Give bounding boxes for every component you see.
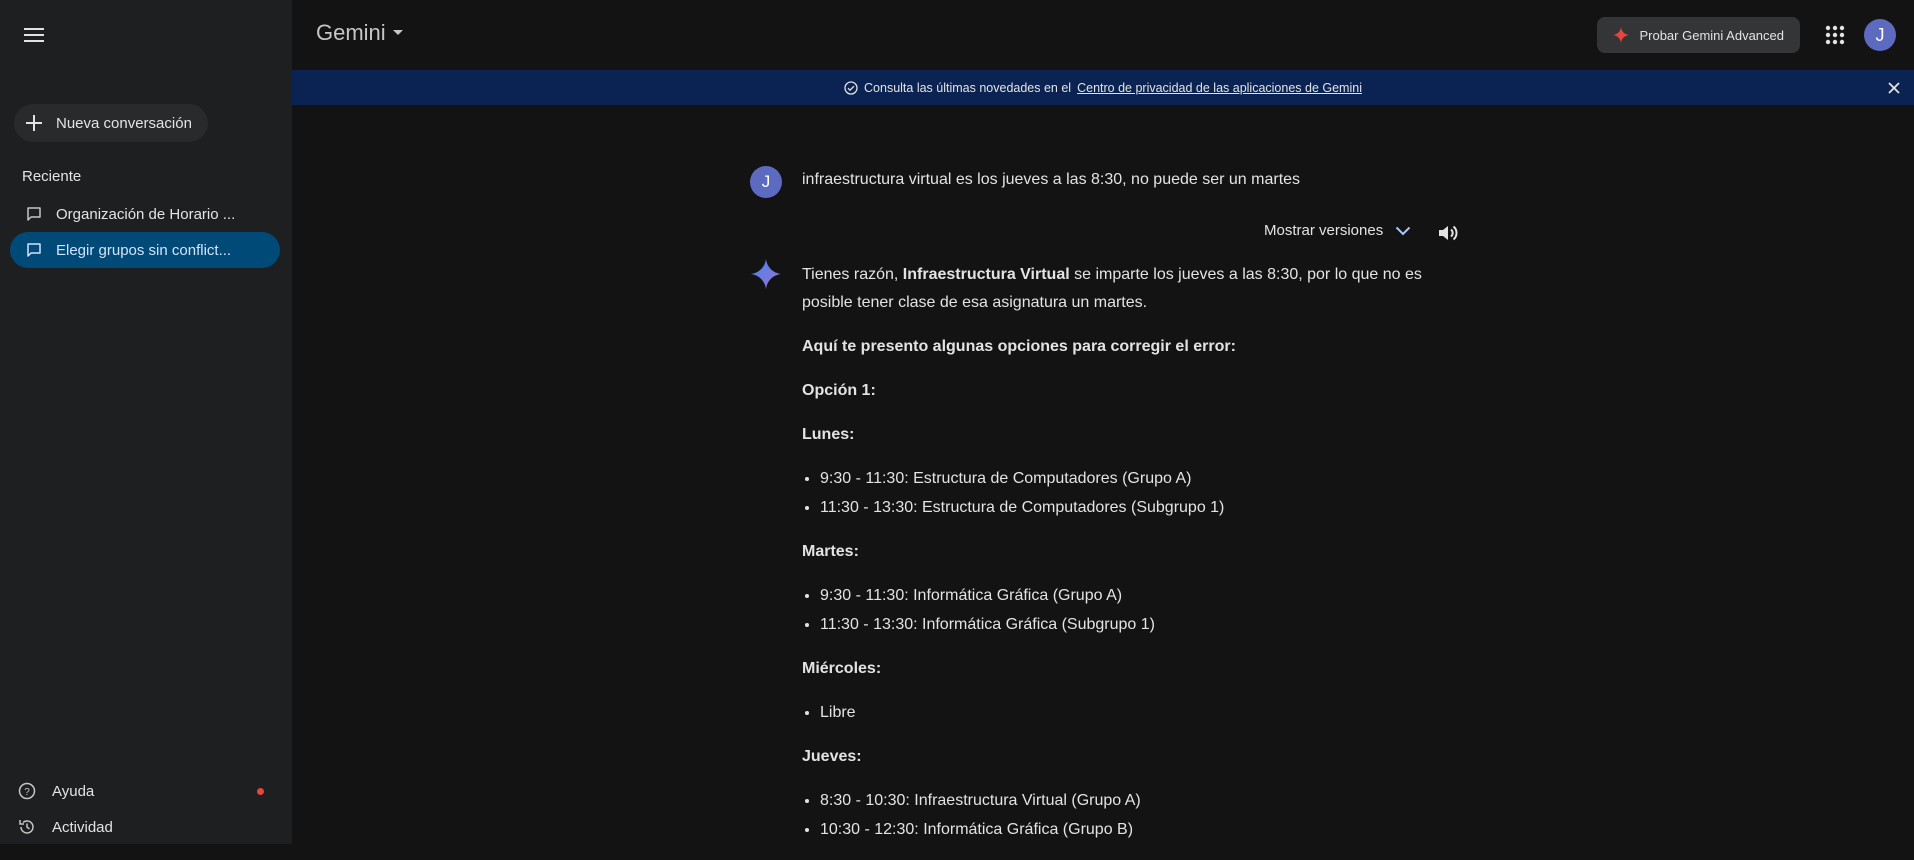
sparkle-icon [1613,27,1630,43]
gemini-star-icon [751,259,781,289]
show-versions-button[interactable]: Mostrar versiones [1264,222,1411,239]
user-avatar: J [750,166,782,198]
history-icon [19,820,34,834]
close-icon [1888,82,1900,94]
speaker-icon [1439,225,1458,241]
help-icon: ? [18,782,36,800]
list-item: 10:30 - 12:30: Informática Gráfica (Grup… [820,816,1422,844]
recent-heading: Reciente [22,168,82,185]
show-versions-label: Mostrar versiones [1264,222,1384,239]
option-heading: Opción 1: [802,382,876,399]
day-heading: Miércoles: [802,660,882,677]
try-advanced-button[interactable]: Probar Gemini Advanced [1597,17,1800,53]
sidebar: Nueva conversación Reciente Organización… [0,0,292,844]
chat-bubble-icon [27,207,41,221]
activity-button[interactable]: Actividad [18,812,274,842]
gemini-logo [750,258,782,290]
apps-button[interactable] [1822,22,1848,48]
response-intro: Tienes razón, Infraestructura Virtual se… [802,261,1422,317]
model-selector[interactable]: Gemini [316,20,404,46]
options-heading: Aquí te presento algunas opciones para c… [802,338,1236,355]
list-item: 8:30 - 10:30: Infraestructura Virtual (G… [820,787,1422,815]
list-item: 11:30 - 13:30: Estructura de Computadore… [820,494,1422,522]
menu-icon [24,28,44,42]
conversation-label: Organización de Horario ... [56,205,236,223]
privacy-center-link[interactable]: Centro de privacidad de las aplicaciones… [1077,81,1362,95]
privacy-banner: Consulta las últimas novedades en el Cen… [292,70,1914,105]
schedule-list: 9:30 - 11:30: Informática Gráfica (Grupo… [802,582,1422,639]
list-item: 11:30 - 13:30: Informática Gráfica (Subg… [820,611,1422,639]
help-button[interactable]: ? Ayuda [18,776,274,806]
svg-text:?: ? [24,787,30,798]
chevron-down-icon [1395,226,1411,235]
plus-icon [26,115,42,131]
notification-dot [257,788,264,795]
conversation-item-active[interactable]: Elegir grupos sin conflict... [10,232,280,268]
dropdown-arrow-icon [392,30,403,35]
list-item: Libre [820,699,1422,727]
model-response: Tienes razón, Infraestructura Virtual se… [802,261,1422,860]
day-heading: Jueves: [802,748,862,765]
banner-close-button[interactable] [1884,78,1904,98]
banner-text: Consulta las últimas novedades en el [864,80,1072,95]
list-item: 9:30 - 11:30: Estructura de Computadores… [820,465,1422,493]
check-circle-icon [844,80,858,95]
new-chat-label: Nueva conversación [56,114,192,132]
help-label: Ayuda [52,782,95,800]
account-avatar[interactable]: J [1864,19,1896,51]
conversation-label: Elegir grupos sin conflict... [56,241,232,259]
new-chat-button[interactable]: Nueva conversación [14,104,208,142]
list-item: 9:30 - 11:30: Informática Gráfica (Grupo… [820,582,1422,610]
activity-label: Actividad [52,818,113,836]
chat-bubble-icon [27,243,41,257]
model-name: Gemini [316,20,386,45]
main-menu-button[interactable] [14,17,54,53]
day-heading: Martes: [802,543,859,560]
read-aloud-button[interactable] [1436,221,1460,245]
day-heading: Lunes: [802,426,855,443]
intro-bold: Infraestructura Virtual [902,266,1070,283]
user-message: infraestructura virtual es los jueves a … [802,171,1301,188]
schedule-list: Libre [802,699,1422,727]
intro-prefix: Tienes razón, [802,266,903,283]
schedule-list: 8:30 - 10:30: Infraestructura Virtual (G… [802,787,1422,844]
try-advanced-label: Probar Gemini Advanced [1639,27,1784,43]
schedule-list: 9:30 - 11:30: Estructura de Computadores… [802,465,1422,522]
top-bar: Gemini Probar Gemini Advanced J [292,0,1914,70]
apps-grid-icon [1825,25,1845,45]
conversation-item[interactable]: Organización de Horario ... [10,196,280,232]
